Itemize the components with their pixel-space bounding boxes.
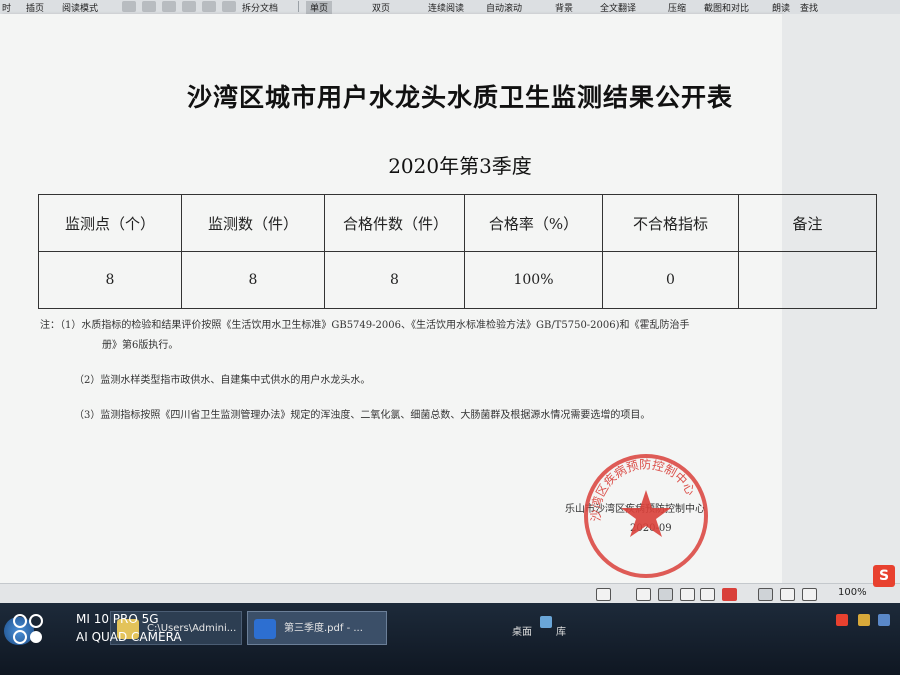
copy-icon[interactable] bbox=[222, 1, 236, 12]
redo-icon[interactable] bbox=[202, 1, 216, 12]
eye-icon[interactable] bbox=[596, 588, 611, 601]
note-line: （3）监测指标按照《四川省卫生监测管理办法》规定的浑浊度、二氧化氯、细菌总数、大… bbox=[74, 410, 651, 421]
fit-page-icon[interactable] bbox=[758, 588, 773, 601]
header-monitoring-points: 监测点（个） bbox=[38, 194, 182, 252]
toolbar-item[interactable]: 插页 bbox=[26, 1, 44, 14]
sogou-ime-icon[interactable]: S bbox=[873, 565, 895, 587]
note-line: 注：（1）水质指标的检验和结果评价按照《生活饮用水卫生标准》GB5749-200… bbox=[40, 320, 690, 331]
double-page-icon[interactable] bbox=[658, 588, 673, 601]
watermark-model: MI 10 PRO 5G bbox=[76, 612, 159, 626]
tray-library[interactable]: 库 bbox=[556, 623, 566, 638]
reader-toolbar: 时 插页 阅读模式 拆分文档 单页 双页 连续阅读 自动滚动 背景 全文翻译 压… bbox=[0, 0, 900, 15]
book-icon[interactable] bbox=[700, 588, 715, 601]
toolbar-item[interactable]: 自动滚动 bbox=[486, 1, 522, 14]
toolbar-item[interactable]: 阅读模式 bbox=[62, 1, 98, 14]
note-line: 册》第6版执行。 bbox=[102, 340, 179, 351]
cell-monitoring-points: 8 bbox=[38, 251, 182, 309]
tray-desktop[interactable]: 桌面 bbox=[512, 623, 532, 638]
status-bar: 100% bbox=[0, 583, 900, 604]
single-page-icon[interactable] bbox=[636, 588, 651, 601]
toolbar-item[interactable]: 背景 bbox=[555, 1, 573, 14]
continuous-icon[interactable] bbox=[680, 588, 695, 601]
header-monitoring-count: 监测数（件） bbox=[181, 194, 325, 252]
fit-width-icon[interactable] bbox=[802, 588, 817, 601]
toolbar-item[interactable]: 压缩 bbox=[668, 1, 686, 14]
toolbar-item[interactable]: 双页 bbox=[372, 1, 390, 14]
cell-failed-indicators: 0 bbox=[602, 251, 739, 309]
note-line: （2）监测水样类型指市政供水、自建集中式供水的用户水龙头水。 bbox=[74, 375, 371, 386]
fullscreen-icon[interactable] bbox=[780, 588, 795, 601]
pdf-reader-icon bbox=[254, 619, 276, 639]
zoom-level[interactable]: 100% bbox=[838, 587, 867, 598]
cell-qualified-count: 8 bbox=[324, 251, 465, 309]
library-icon[interactable] bbox=[540, 616, 552, 628]
watermark-camera: AI QUAD CAMERA bbox=[76, 630, 182, 644]
toolbar-item[interactable]: 截图和对比 bbox=[704, 1, 749, 14]
camera-logo-icon bbox=[13, 614, 43, 644]
results-table: 监测点（个） 监测数（件） 合格件数（件） 合格率（%） 不合格指标 备注 8 … bbox=[38, 194, 877, 309]
header-pass-rate: 合格率（%） bbox=[464, 194, 603, 252]
rotate-icon[interactable] bbox=[162, 1, 176, 12]
notes-section: 注：（1）水质指标的检验和结果评价按照《生活饮用水卫生标准》GB5749-200… bbox=[40, 316, 775, 426]
toolbar-divider bbox=[298, 1, 299, 12]
network-icon[interactable] bbox=[858, 614, 870, 626]
toolbar-item[interactable]: 单页 bbox=[306, 1, 333, 14]
undo-icon[interactable] bbox=[182, 1, 196, 12]
play-icon[interactable] bbox=[722, 588, 737, 601]
cell-pass-rate: 100% bbox=[464, 251, 603, 309]
sogou-tray-icon[interactable] bbox=[836, 614, 848, 626]
toolbar-item[interactable]: 朗读 bbox=[772, 1, 790, 14]
header-qualified-count: 合格件数（件） bbox=[324, 194, 465, 252]
page-icon[interactable] bbox=[142, 1, 156, 12]
header-failed-indicators: 不合格指标 bbox=[602, 194, 739, 252]
document-title: 沙湾区城市用户水龙头水质卫生监测结果公开表 bbox=[186, 83, 733, 112]
toolbar-item[interactable]: 拆分文档 bbox=[242, 1, 278, 14]
toolbar-item[interactable]: 时 bbox=[2, 1, 11, 14]
toolbar-item[interactable]: 全文翻译 bbox=[600, 1, 636, 14]
table-header-row: 监测点（个） 监测数（件） 合格件数（件） 合格率（%） 不合格指标 备注 bbox=[38, 194, 877, 252]
cell-remarks bbox=[738, 251, 877, 309]
table-row: 8 8 8 100% 0 bbox=[38, 251, 877, 309]
header-remarks: 备注 bbox=[738, 194, 877, 252]
toolbar-item[interactable]: 查找 bbox=[800, 1, 818, 14]
split-icon[interactable] bbox=[122, 1, 136, 12]
cell-monitoring-count: 8 bbox=[181, 251, 325, 309]
volume-icon[interactable] bbox=[878, 614, 890, 626]
taskbar-item-pdf[interactable]: 第三季度.pdf - ... bbox=[247, 611, 387, 645]
toolbar-item[interactable]: 连续阅读 bbox=[428, 1, 464, 14]
official-seal-icon: 沙湾区疾病预防控制中心 bbox=[584, 454, 708, 578]
document-subtitle: 2020年第3季度 bbox=[388, 154, 532, 178]
